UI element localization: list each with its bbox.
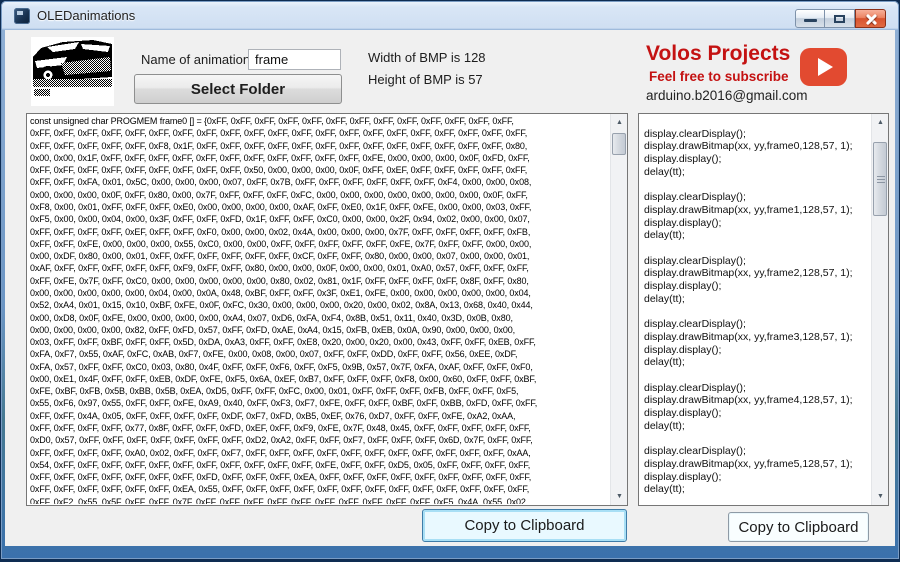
caption-buttons xyxy=(795,9,886,28)
scroll-up-icon[interactable]: ▲ xyxy=(611,114,627,131)
close-icon xyxy=(856,10,885,27)
brand-subtitle: Feel free to subscribe xyxy=(649,69,789,84)
hex-code-text: const unsigned char PROGMEM frame0 [] = … xyxy=(30,116,538,504)
select-folder-button[interactable]: Select Folder xyxy=(134,74,342,104)
brand-email: arduino.b2016@gmail.com xyxy=(646,88,808,103)
name-of-animation-label: Name of animation xyxy=(141,52,251,67)
app-icon xyxy=(14,7,30,24)
code-scrollbar[interactable]: ▲ ▼ xyxy=(871,114,888,505)
title-bar[interactable]: OLEDanimations xyxy=(1,1,899,30)
copy-to-clipboard-right-button[interactable]: Copy to Clipboard xyxy=(728,512,869,542)
window-title: OLEDanimations xyxy=(37,8,136,23)
minimize-icon xyxy=(804,19,817,22)
play-icon xyxy=(818,58,833,76)
bmp-height-label: Height of BMP is 57 xyxy=(368,72,483,87)
youtube-icon[interactable] xyxy=(800,48,847,86)
close-button[interactable] xyxy=(855,9,886,28)
client-area: Name of animation Select Folder Width of… xyxy=(5,30,895,546)
car-bitmap-icon xyxy=(31,37,114,106)
scrollbar-grip-icon xyxy=(877,179,885,180)
brand-title: Volos Projects xyxy=(646,42,791,65)
arduino-code-textarea[interactable]: display.clearDisplay(); display.drawBitm… xyxy=(638,113,889,506)
maximize-button[interactable] xyxy=(825,9,855,28)
window-frame: OLEDanimations Name of animation frame S… xyxy=(1,1,899,559)
code-scrollbar-thumb[interactable] xyxy=(873,142,887,216)
arduino-code-text: display.clearDisplay(); display.drawBitm… xyxy=(644,127,853,496)
hex-scrollbar[interactable]: ▲ ▼ xyxy=(610,114,627,505)
bmp-preview-image xyxy=(31,37,114,106)
maximize-icon xyxy=(834,15,845,23)
scroll-down-icon[interactable]: ▼ xyxy=(872,488,888,505)
copy-to-clipboard-left-button[interactable]: Copy to Clipboard xyxy=(422,509,627,542)
scroll-up-icon[interactable]: ▲ xyxy=(872,114,888,131)
bmp-width-label: Width of BMP is 128 xyxy=(368,50,486,65)
scroll-down-icon[interactable]: ▼ xyxy=(611,488,627,505)
animation-name-input[interactable] xyxy=(248,49,341,70)
hex-code-textarea[interactable]: const unsigned char PROGMEM frame0 [] = … xyxy=(26,113,628,506)
hex-scrollbar-thumb[interactable] xyxy=(612,133,626,155)
application-window: OLEDanimations Name of animation frame S… xyxy=(0,0,900,562)
minimize-button[interactable] xyxy=(795,9,825,28)
